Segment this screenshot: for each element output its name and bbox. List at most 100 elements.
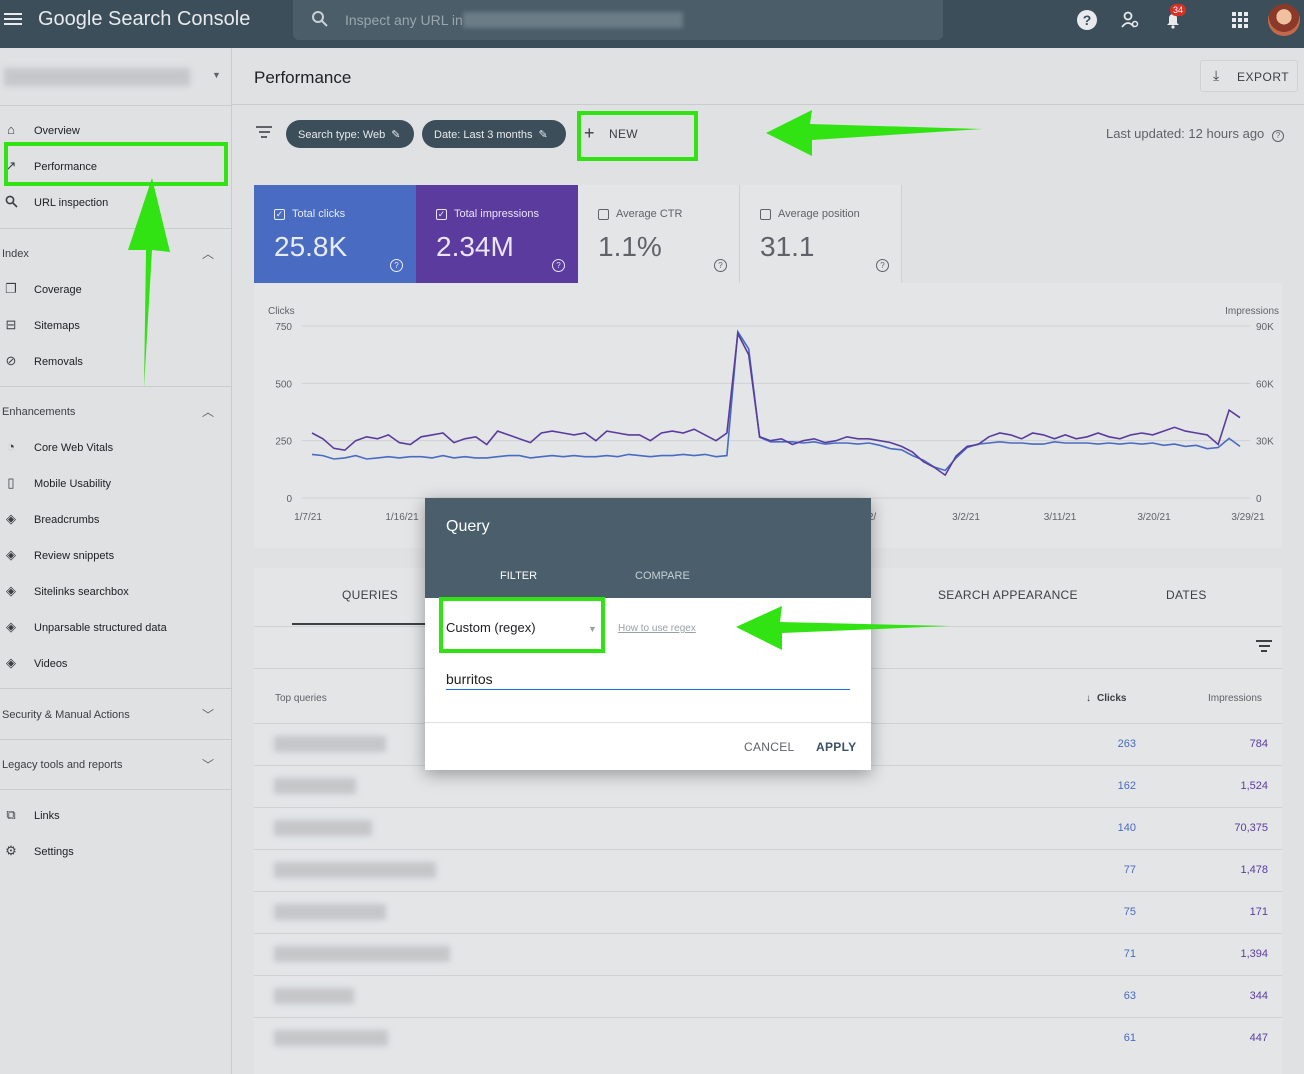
divider <box>0 688 232 689</box>
chevron-up-icon: ︿ <box>202 247 215 261</box>
series-line-clicks <box>311 329 1241 472</box>
query-input[interactable] <box>446 668 850 690</box>
right-tick-label: 0 <box>1256 494 1262 505</box>
layers-icon: ◈ <box>6 511 16 526</box>
column-header-clicks[interactable]: ↓ Clicks <box>1086 693 1126 704</box>
search-icon <box>312 11 328 27</box>
table-row[interactable]: 63 344 <box>254 975 1282 1017</box>
export-button[interactable]: ⤓ EXPORT <box>1200 60 1298 92</box>
metric-card-total-clicks[interactable]: ✓ Total clicks 25.8K ? <box>254 185 416 283</box>
x-tick-label: 3/2/21 <box>952 512 980 523</box>
help-circle-icon[interactable]: ? <box>1271 130 1284 142</box>
cancel-button[interactable]: CANCEL <box>744 740 794 754</box>
sidebar-item-removals[interactable]: ⊘ Removals <box>0 344 232 380</box>
sidebar-item-sitelinks-searchbox[interactable]: ◈ Sitelinks searchbox <box>0 574 232 610</box>
table-row[interactable]: 61 447 <box>254 1017 1282 1059</box>
page-title: Performance <box>254 68 352 87</box>
redacted-query <box>274 778 356 794</box>
sidebar-item-coverage[interactable]: ❐ Coverage <box>0 272 232 308</box>
help-circle-icon[interactable]: ? <box>552 259 565 272</box>
sidebar-item-settings[interactable]: ⚙ Settings <box>0 834 232 870</box>
layers-icon: ◈ <box>6 655 16 670</box>
sidebar-item-core-web-vitals[interactable]: ◔ Core Web Vitals <box>0 430 232 466</box>
x-tick-label: 1/7/21 <box>294 512 322 523</box>
table-row[interactable]: 162 1,524 <box>254 765 1282 807</box>
help-icon[interactable]: ? <box>1077 10 1097 30</box>
redacted-query <box>274 862 436 878</box>
column-header-impressions[interactable]: Impressions <box>1208 693 1262 704</box>
search-type-filter-chip[interactable]: Search type: Web ✎ <box>286 120 414 148</box>
sidebar-item-links[interactable]: ⧉ Links <box>0 798 232 834</box>
help-circle-icon[interactable]: ? <box>390 259 403 272</box>
account-settings-icon[interactable] <box>1120 10 1140 30</box>
left-tick-label: 0 <box>286 494 292 505</box>
table-row[interactable]: 75 171 <box>254 891 1282 933</box>
user-avatar[interactable] <box>1268 4 1300 36</box>
gear-icon: ⚙ <box>5 843 17 858</box>
url-inspect-search-box[interactable]: Inspect any URL in <box>293 0 943 40</box>
menu-icon[interactable] <box>4 10 22 26</box>
dialog-title: Query <box>446 518 490 535</box>
metric-card-average-position[interactable]: Average position 31.1 ? <box>740 185 902 283</box>
sidebar-item-unparsable-structured-data[interactable]: ◈ Unparsable structured data <box>0 610 232 646</box>
tab-queries[interactable]: QUERIES <box>342 588 398 602</box>
metric-card-total-impressions[interactable]: ✓ Total impressions 2.34M ? <box>416 185 578 283</box>
date-filter-chip[interactable]: Date: Last 3 months ✎ <box>422 120 566 148</box>
column-header-top-queries[interactable]: Top queries <box>275 693 327 704</box>
tab-search-appearance[interactable]: SEARCH APPEARANCE <box>938 588 1078 602</box>
table-filter-icon[interactable] <box>1256 640 1272 655</box>
filter-icon[interactable] <box>256 126 272 141</box>
sidebar-item-mobile-usability[interactable]: ▯ Mobile Usability <box>0 466 232 502</box>
property-selector[interactable]: ▼ <box>0 62 221 90</box>
app-title[interactable]: Google Search Console <box>38 8 250 31</box>
sidebar-section-legacy[interactable]: Legacy tools and reports ﹀ <box>0 750 232 780</box>
divider <box>425 722 871 723</box>
download-icon: ⤓ <box>1213 67 1220 83</box>
apply-button[interactable]: APPLY <box>816 740 856 754</box>
sitemap-icon: ⊟ <box>5 317 17 332</box>
left-axis-label: Clicks <box>268 306 295 317</box>
metric-card-average-ctr[interactable]: Average CTR 1.1% ? <box>578 185 740 283</box>
notification-count-badge: 34 <box>1170 4 1187 16</box>
search-icon <box>4 195 18 209</box>
sidebar-item-review-snippets[interactable]: ◈ Review snippets <box>0 538 232 574</box>
layers-icon: ◈ <box>6 583 16 598</box>
sidebar-section-enhancements[interactable]: Enhancements ︿ <box>0 397 232 427</box>
divider <box>0 105 232 106</box>
checkbox-unchecked-icon <box>760 209 771 220</box>
dialog-tab-compare[interactable]: COMPARE <box>635 570 690 582</box>
sidebar-item-sitemaps[interactable]: ⊟ Sitemaps <box>0 308 232 344</box>
redacted-query <box>274 1030 388 1046</box>
table-row[interactable]: 77 1,478 <box>254 849 1282 891</box>
dialog-tab-filter[interactable]: FILTER <box>500 570 537 582</box>
tab-dates[interactable]: DATES <box>1166 588 1207 602</box>
sidebar-item-url-inspection[interactable]: URL inspection <box>0 185 232 221</box>
chevron-down-icon: ﹀ <box>202 758 215 772</box>
apps-grid-icon[interactable] <box>1232 12 1248 28</box>
pencil-icon: ✎ <box>391 129 401 141</box>
left-tick-label: 500 <box>275 379 292 390</box>
redacted-query <box>274 904 386 920</box>
how-to-use-regex-link[interactable]: How to use regex <box>618 623 696 634</box>
top-app-bar: Google Search Console Inspect any URL in… <box>0 0 1304 48</box>
sidebar-section-security[interactable]: Security & Manual Actions ﹀ <box>0 700 232 730</box>
sidebar-item-breadcrumbs[interactable]: ◈ Breadcrumbs <box>0 502 232 538</box>
help-circle-icon[interactable]: ? <box>714 259 727 272</box>
phone-icon: ▯ <box>7 475 15 490</box>
highlight-box-new <box>577 111 698 161</box>
redacted-property-url <box>463 12 683 28</box>
right-tick-label: 90K <box>1256 322 1274 333</box>
table-row[interactable]: 71 1,394 <box>254 933 1282 975</box>
table-row[interactable]: 140 70,375 <box>254 807 1282 849</box>
left-tick-label: 750 <box>275 322 292 333</box>
sidebar-item-videos[interactable]: ◈ Videos <box>0 646 232 682</box>
sidebar-section-index[interactable]: Index ︿ <box>0 239 232 269</box>
links-icon: ⧉ <box>6 807 16 822</box>
x-tick-label: 1/16/21 <box>385 512 419 523</box>
chevron-down-icon: ﹀ <box>202 708 215 722</box>
filter-bar: Search type: Web ✎ Date: Last 3 months ✎ +… <box>232 106 1304 162</box>
right-axis-label: Impressions <box>1225 306 1279 317</box>
help-circle-icon[interactable]: ? <box>876 259 889 272</box>
coverage-icon: ❐ <box>5 281 17 296</box>
redacted-property-name <box>4 68 190 86</box>
